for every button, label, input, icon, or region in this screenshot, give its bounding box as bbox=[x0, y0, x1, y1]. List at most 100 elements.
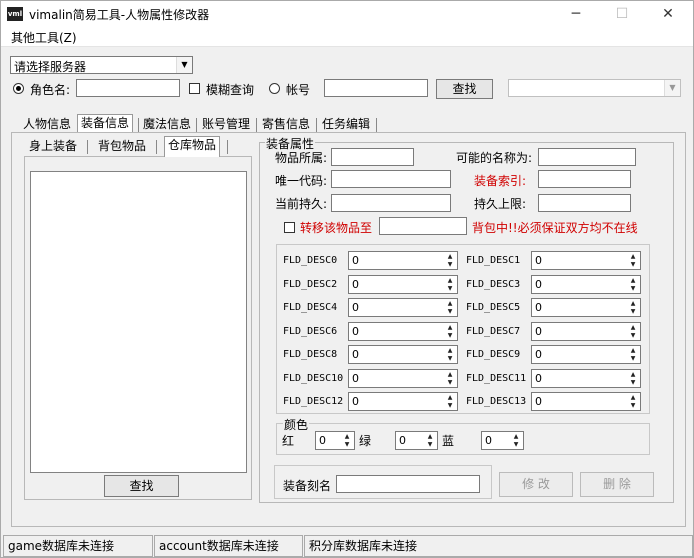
result-select[interactable]: ▼ bbox=[508, 79, 681, 97]
spin-up-icon[interactable]: ▲ bbox=[444, 324, 456, 332]
equipment-index-input[interactable] bbox=[538, 170, 631, 188]
search-button[interactable]: 查找 bbox=[436, 79, 493, 99]
spin-up-icon[interactable]: ▲ bbox=[627, 277, 639, 285]
fld-desc-spinner[interactable]: 0 ▲ ▼ bbox=[531, 274, 641, 294]
role-name-input[interactable] bbox=[76, 79, 180, 97]
close-icon[interactable]: ✕ bbox=[645, 1, 691, 27]
account-input[interactable] bbox=[324, 79, 428, 97]
subtab-backpack[interactable]: 背包物品 bbox=[95, 138, 149, 156]
spin-down-icon[interactable]: ▼ bbox=[627, 308, 639, 316]
account-radio[interactable] bbox=[269, 83, 280, 94]
spin-down-icon[interactable]: ▼ bbox=[444, 285, 456, 293]
fld-desc-spinner[interactable]: 0 ▲ ▼ bbox=[348, 345, 458, 364]
fld-desc-label: FLD_DESC6 bbox=[283, 325, 338, 337]
fld-desc-spinner[interactable]: 0 ▲ ▼ bbox=[348, 368, 458, 388]
chevron-down-icon[interactable]: ▼ bbox=[176, 57, 192, 73]
fld-desc-spinner[interactable]: 0 ▲ ▼ bbox=[348, 298, 458, 317]
spin-down-icon[interactable]: ▼ bbox=[444, 379, 456, 387]
item-search-button[interactable]: 查找 bbox=[104, 475, 179, 497]
fld-desc-spinner[interactable]: 0 ▲ ▼ bbox=[531, 298, 641, 317]
engrave-input[interactable] bbox=[336, 475, 480, 493]
spin-up-icon[interactable]: ▲ bbox=[627, 300, 639, 308]
spin-down-icon[interactable]: ▼ bbox=[627, 379, 639, 387]
chevron-down-icon[interactable]: ▼ bbox=[664, 80, 680, 96]
tab-character-info[interactable]: 人物信息 bbox=[20, 116, 74, 134]
possible-name-input[interactable] bbox=[538, 148, 636, 166]
owner-input[interactable] bbox=[331, 148, 414, 166]
tab-equipment-info[interactable]: 装备信息 bbox=[77, 114, 134, 132]
fld-desc-label: FLD_DESC8 bbox=[283, 349, 338, 360]
fld-desc-spinner[interactable]: 0 ▲ ▼ bbox=[348, 321, 458, 341]
spin-down-icon[interactable]: ▼ bbox=[627, 261, 639, 269]
tab-quest-edit[interactable]: 任务编辑 bbox=[319, 116, 373, 134]
menu-other-tools[interactable]: 其他工具(Z) bbox=[11, 29, 77, 46]
role-name-radio[interactable] bbox=[13, 83, 24, 94]
spin-down-icon[interactable]: ▼ bbox=[627, 332, 639, 340]
fld-desc-value: 0 bbox=[535, 348, 542, 361]
fuzzy-query-checkbox[interactable] bbox=[189, 83, 200, 94]
fld-desc-value: 0 bbox=[535, 324, 542, 338]
spin-down-icon[interactable]: ▼ bbox=[627, 402, 639, 410]
spin-down-icon[interactable]: ▼ bbox=[444, 261, 456, 269]
spin-down-icon[interactable]: ▼ bbox=[444, 308, 456, 316]
green-spinner[interactable]: 0 ▲ ▼ bbox=[395, 431, 438, 450]
maximize-icon[interactable]: ☐ bbox=[599, 1, 645, 27]
spin-up-icon[interactable]: ▲ bbox=[444, 253, 456, 261]
spin-up-icon[interactable]: ▲ bbox=[444, 300, 456, 308]
spin-down-icon[interactable]: ▼ bbox=[627, 285, 639, 293]
fld-desc-spinner[interactable]: 0 ▲ ▼ bbox=[348, 251, 458, 270]
tab-magic-info[interactable]: 魔法信息 bbox=[140, 116, 194, 134]
subtab-warehouse[interactable]: 仓库物品 bbox=[164, 136, 221, 157]
server-select[interactable]: 请选择服务器 ▼ bbox=[10, 56, 193, 74]
tab-separator bbox=[156, 140, 157, 154]
delete-button[interactable]: 删 除 bbox=[580, 472, 654, 497]
item-listbox[interactable] bbox=[30, 171, 247, 473]
spin-up-icon[interactable]: ▲ bbox=[444, 371, 456, 379]
status-points-db: 积分库数据库未连接 bbox=[304, 535, 693, 557]
modify-button[interactable]: 修 改 bbox=[499, 472, 573, 497]
possible-name-label: 可能的名称为: bbox=[456, 151, 533, 165]
spin-down-icon[interactable]: ▼ bbox=[341, 441, 353, 449]
red-spinner[interactable]: 0 ▲ ▼ bbox=[315, 431, 355, 450]
spin-up-icon[interactable]: ▲ bbox=[627, 253, 639, 261]
spin-down-icon[interactable]: ▼ bbox=[510, 441, 522, 449]
transfer-target-input[interactable] bbox=[379, 217, 467, 235]
green-value: 0 bbox=[399, 434, 406, 447]
fld-desc-spinner[interactable]: 0 ▲ ▼ bbox=[531, 321, 641, 341]
fld-desc-spinner[interactable]: 0 ▲ ▼ bbox=[531, 345, 641, 364]
spin-down-icon[interactable]: ▼ bbox=[444, 402, 456, 410]
minimize-icon[interactable]: ─ bbox=[553, 1, 599, 27]
spin-up-icon[interactable]: ▲ bbox=[341, 433, 353, 441]
fld-desc-spinner[interactable]: 0 ▲ ▼ bbox=[348, 392, 458, 411]
spin-up-icon[interactable]: ▲ bbox=[627, 371, 639, 379]
spin-down-icon[interactable]: ▼ bbox=[444, 355, 456, 363]
fld-desc-spinner[interactable]: 0 ▲ ▼ bbox=[348, 274, 458, 294]
tab-consignment-info[interactable]: 寄售信息 bbox=[259, 116, 313, 134]
fld-desc-spinner[interactable]: 0 ▲ ▼ bbox=[531, 392, 641, 411]
equipment-index-label: 装备索引: bbox=[474, 174, 527, 188]
blue-spinner[interactable]: 0 ▲ ▼ bbox=[481, 431, 524, 450]
fld-desc-label: FLD_DESC9 bbox=[466, 349, 521, 360]
spin-up-icon[interactable]: ▲ bbox=[627, 347, 639, 355]
spin-up-icon[interactable]: ▲ bbox=[510, 433, 522, 441]
main-window: vml vimalin简易工具-人物属性修改器 ─ ☐ ✕ 其他工具(Z) 请选… bbox=[0, 0, 694, 558]
max-durability-input[interactable] bbox=[538, 194, 631, 212]
spin-up-icon[interactable]: ▲ bbox=[444, 347, 456, 355]
account-label: 帐号 bbox=[286, 83, 311, 97]
fld-desc-value: 0 bbox=[352, 371, 359, 385]
unique-code-input[interactable] bbox=[331, 170, 451, 188]
subtab-equipped[interactable]: 身上装备 bbox=[26, 138, 80, 156]
current-durability-input[interactable] bbox=[331, 194, 451, 212]
spin-up-icon[interactable]: ▲ bbox=[444, 394, 456, 402]
spin-up-icon[interactable]: ▲ bbox=[627, 324, 639, 332]
spin-up-icon[interactable]: ▲ bbox=[444, 277, 456, 285]
spin-down-icon[interactable]: ▼ bbox=[424, 441, 436, 449]
fld-desc-spinner[interactable]: 0 ▲ ▼ bbox=[531, 251, 641, 270]
spin-down-icon[interactable]: ▼ bbox=[444, 332, 456, 340]
spin-down-icon[interactable]: ▼ bbox=[627, 355, 639, 363]
spin-up-icon[interactable]: ▲ bbox=[627, 394, 639, 402]
transfer-checkbox[interactable] bbox=[284, 222, 295, 233]
spin-up-icon[interactable]: ▲ bbox=[424, 433, 436, 441]
fld-desc-spinner[interactable]: 0 ▲ ▼ bbox=[531, 368, 641, 388]
tab-account-management[interactable]: 账号管理 bbox=[199, 116, 253, 134]
